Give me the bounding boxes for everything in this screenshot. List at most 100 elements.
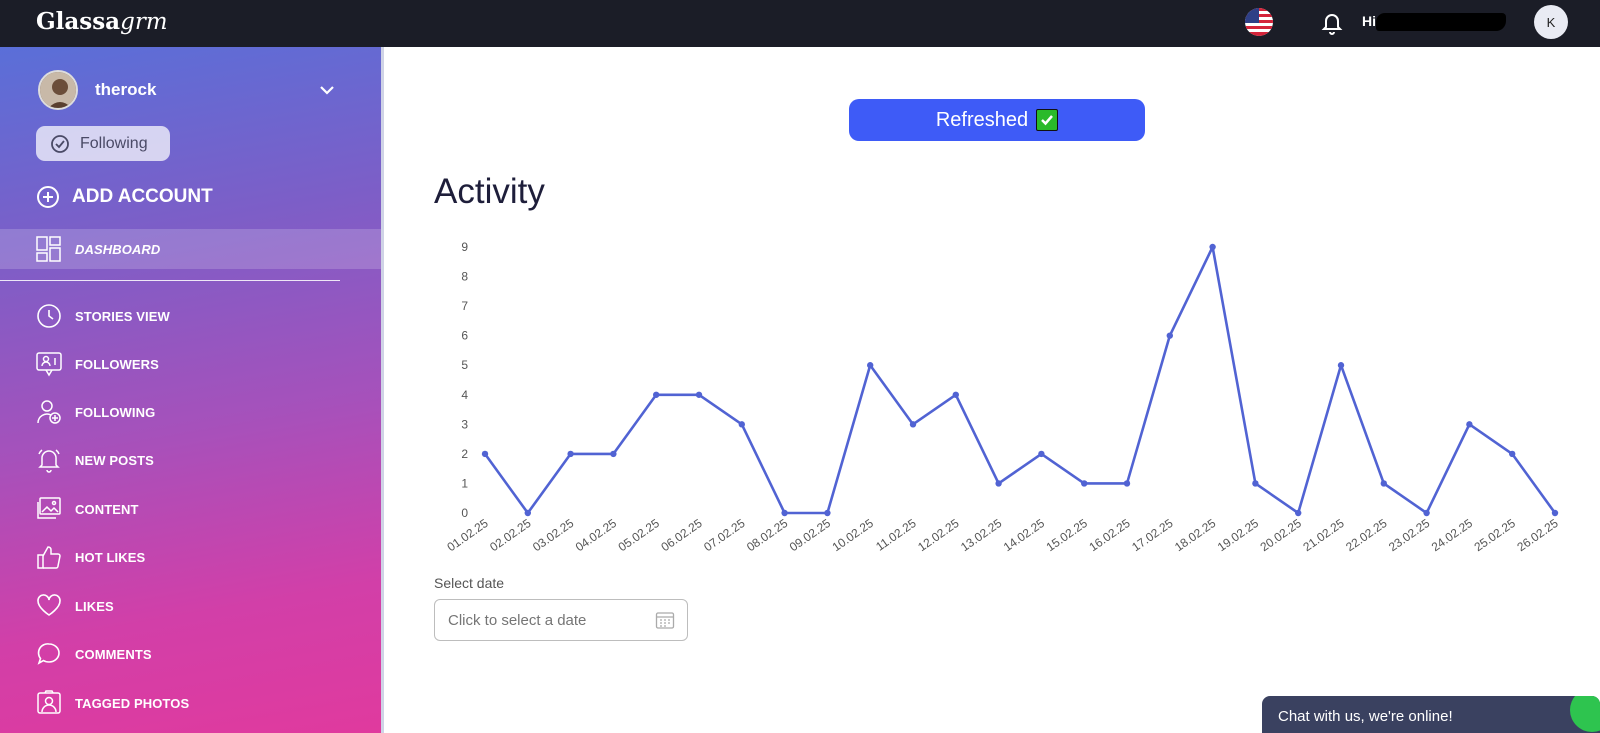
activity-line-chart: 0 1 2 3 4 5 6 7 8 9 01.02.2502.02.2503.02.2504.02.…	[444, 240, 1561, 554]
notification-bell-icon[interactable]	[1320, 10, 1344, 36]
sidebar-item-dashboard[interactable]: DASHBOARD	[0, 229, 381, 269]
us-flag-icon[interactable]	[1245, 8, 1273, 36]
x-tick-label: 19.02.25	[1215, 516, 1262, 554]
sidebar-item-content[interactable]: CONTENT	[0, 491, 381, 527]
x-tick-label: 09.02.25	[787, 516, 834, 554]
data-point[interactable]	[1252, 480, 1259, 487]
data-point[interactable]	[824, 509, 831, 517]
plus-circle-icon	[37, 186, 59, 208]
sidebar-item-label: FOLLOWING	[75, 404, 156, 420]
calendar-icon[interactable]	[655, 610, 675, 630]
bell-icon	[38, 449, 60, 473]
x-tick-label: 13.02.25	[958, 516, 1005, 554]
sidebar-item-hot-likes[interactable]: HOT LIKES	[0, 539, 381, 575]
x-tick-label: 07.02.25	[701, 516, 748, 554]
data-point[interactable]	[909, 421, 917, 428]
data-point[interactable]	[738, 421, 745, 428]
data-point[interactable]	[1295, 509, 1302, 517]
data-point[interactable]	[1209, 243, 1216, 251]
check-mark-icon	[1036, 109, 1059, 131]
x-tick-label: 08.02.25	[744, 516, 791, 554]
data-point[interactable]	[695, 391, 703, 398]
data-point[interactable]	[867, 362, 874, 369]
data-point[interactable]	[1551, 509, 1559, 517]
y-tick-label: 0	[461, 506, 468, 520]
y-tick-label: 1	[461, 476, 468, 490]
user-avatar[interactable]: K	[1534, 5, 1568, 39]
y-tick-label: 7	[461, 299, 468, 313]
app-logo[interactable]: Glassagrm	[36, 8, 168, 35]
data-point[interactable]	[567, 450, 574, 458]
x-tick-label: 11.02.25	[873, 516, 919, 554]
data-point[interactable]	[610, 450, 617, 458]
data-point[interactable]	[653, 391, 660, 398]
x-tick-label: 06.02.25	[658, 516, 705, 554]
sidebar-item-stories-view[interactable]: STORIES VIEW	[0, 298, 381, 334]
clock-icon	[37, 304, 61, 328]
x-tick-label: 17.02.25	[1129, 516, 1176, 554]
y-tick-label: 8	[461, 270, 468, 284]
account-name[interactable]: therock	[95, 80, 156, 100]
sidebar-item-label: HOT LIKES	[75, 549, 146, 565]
sidebar-item-comments[interactable]: COMMENTS	[0, 636, 381, 672]
series-line	[483, 245, 1557, 515]
y-tick-label: 3	[461, 417, 468, 431]
add-account-button[interactable]: ADD ACCOUNT	[36, 185, 213, 209]
sidebar-item-label: TAGGED PHOTOS	[75, 695, 190, 711]
x-tick-label: 04.02.25	[573, 516, 620, 554]
data-point[interactable]	[1038, 450, 1045, 458]
online-status-indicator	[1570, 696, 1600, 732]
comment-icon	[37, 643, 60, 665]
chat-widget[interactable]: Chat with us, we're online!	[1262, 696, 1600, 733]
user-add-icon	[37, 400, 61, 424]
dashboard-icon	[36, 236, 61, 262]
data-point[interactable]	[1509, 450, 1516, 458]
sidebar-item-following[interactable]: FOLLOWING	[0, 394, 381, 430]
x-tick-label: 10.02.25	[830, 516, 877, 554]
data-point[interactable]	[995, 480, 1002, 487]
chevron-down-icon[interactable]	[318, 83, 336, 95]
account-avatar[interactable]	[38, 70, 78, 110]
date-picker-input[interactable]	[434, 599, 688, 641]
data-point[interactable]	[1423, 509, 1430, 517]
refresh-label: Refreshed	[935, 108, 1029, 131]
user-greeting: Hi	[1362, 13, 1376, 29]
tagged-photo-icon	[37, 690, 61, 714]
data-point[interactable]	[1466, 421, 1473, 428]
data-point[interactable]	[781, 509, 788, 517]
thumbs-up-icon	[37, 546, 61, 569]
data-point[interactable]	[1337, 362, 1345, 369]
x-tick-label: 03.02.25	[530, 516, 577, 554]
redacted-username	[1376, 13, 1506, 31]
data-point[interactable]	[952, 391, 959, 398]
image-icon	[37, 497, 61, 519]
data-point[interactable]	[1123, 480, 1131, 487]
data-point[interactable]	[1380, 480, 1387, 487]
sidebar-item-likes[interactable]: LIKES	[0, 588, 381, 624]
page-title: Activity	[434, 172, 545, 211]
sidebar-item-label: COMMENTS	[75, 646, 152, 662]
y-tick-label: 6	[461, 329, 468, 343]
data-point[interactable]	[1081, 480, 1088, 487]
sidebar-item-label: NEW POSTS	[75, 452, 154, 468]
x-tick-label: 05.02.25	[616, 516, 663, 554]
sidebar-item-new-posts[interactable]: NEW POSTS	[0, 442, 381, 478]
chat-label: Chat with us, we're online!	[1278, 708, 1453, 725]
sidebar: therock Following ADD ACCOUNT DASHBOARD …	[0, 47, 383, 733]
sidebar-item-label: CONTENT	[75, 501, 139, 517]
data-point[interactable]	[1166, 332, 1173, 339]
sidebar-item-tagged-photos[interactable]: TAGGED PHOTOS	[0, 685, 381, 721]
data-point[interactable]	[481, 450, 489, 458]
following-button[interactable]: Following	[36, 126, 170, 161]
sidebar-item-followers[interactable]: FOLLOWERS	[0, 346, 381, 382]
data-point[interactable]	[524, 509, 531, 517]
x-tick-label: 22.02.25	[1343, 516, 1390, 554]
sidebar-item-label: STORIES VIEW	[75, 308, 170, 324]
x-tick-label: 25.02.25	[1472, 516, 1519, 554]
refresh-button[interactable]: Refreshed	[849, 99, 1145, 141]
x-tick-label: 26.02.25	[1514, 516, 1561, 554]
sidebar-item-label: DASHBOARD	[75, 241, 161, 257]
top-bar: Glassagrm Hi K	[0, 0, 1600, 47]
x-tick-label: 23.02.25	[1386, 516, 1433, 554]
x-tick-label: 20.02.25	[1258, 516, 1305, 554]
